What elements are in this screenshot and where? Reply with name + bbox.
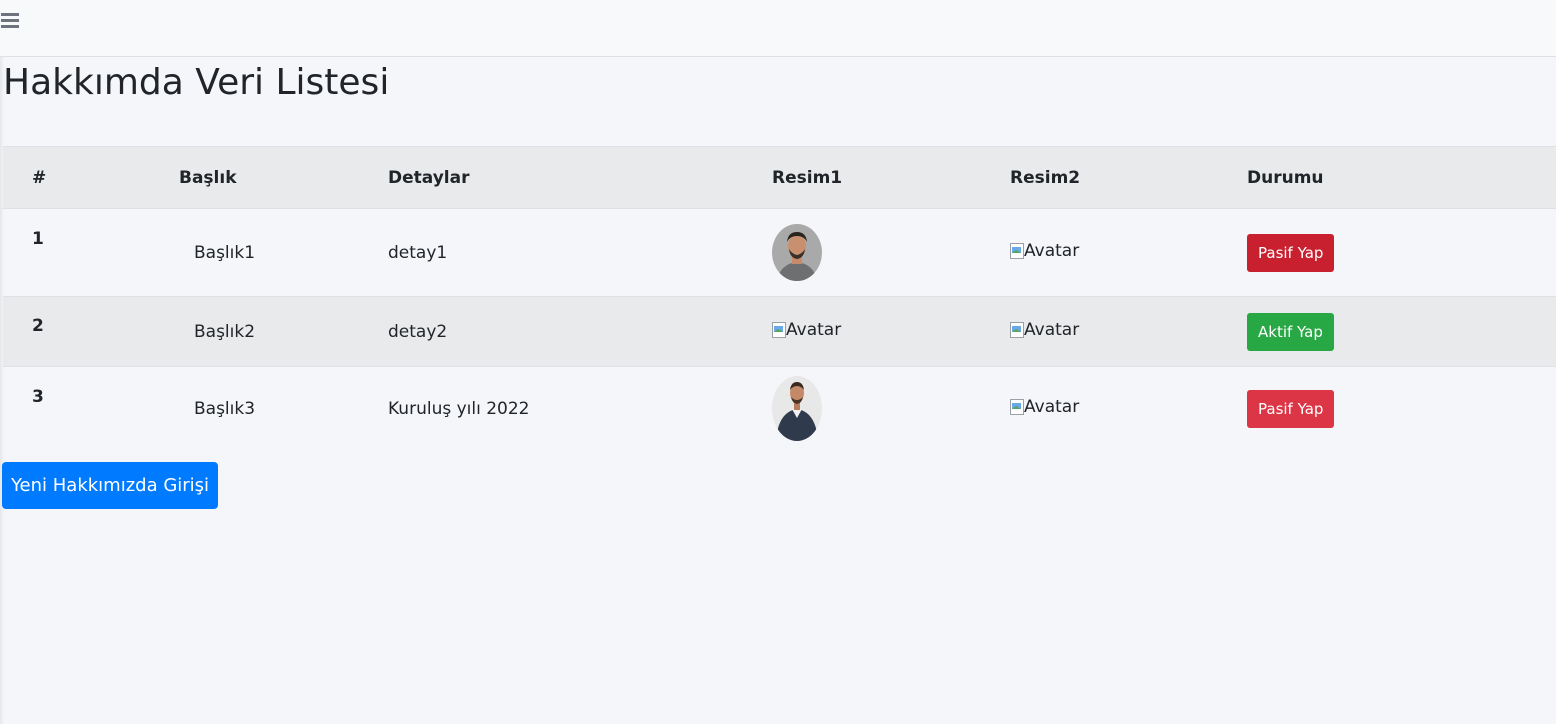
column-header-image2: Resim2	[1010, 146, 1247, 209]
row-image2-cell: Avatar	[1010, 297, 1247, 367]
row-title: Başlık2	[194, 321, 256, 342]
column-header-number: #	[3, 146, 145, 209]
page-title: Hakkımda Veri Listesi	[3, 62, 390, 103]
row-image2-cell: Avatar	[1010, 367, 1247, 451]
table-row: 2 Başlık2 detay2 Avatar Avatar Aktif Yap	[3, 296, 1556, 367]
row-image1-cell	[772, 209, 1010, 297]
row-status-cell: Pasif Yap	[1247, 209, 1556, 297]
row-details: detay1	[388, 242, 448, 263]
about-data-table: # Başlık Detaylar Resim1 Resim2 Durumu 1…	[3, 146, 1556, 451]
row-details: detay2	[388, 321, 448, 342]
broken-image-icon	[1010, 322, 1024, 338]
broken-image-alt: Avatar	[1024, 241, 1080, 261]
broken-image-icon	[772, 322, 786, 338]
new-about-entry-button[interactable]: Yeni Hakkımızda Girişi	[2, 462, 218, 509]
column-header-image1: Resim1	[772, 146, 1010, 209]
broken-image-icon	[1010, 243, 1024, 259]
broken-image-alt: Avatar	[1024, 397, 1080, 418]
avatar	[772, 376, 822, 442]
broken-image-icon	[1010, 399, 1024, 416]
broken-image-alt: Avatar	[1024, 320, 1080, 340]
row-image2-cell: Avatar	[1010, 209, 1247, 297]
top-navbar	[0, 0, 1556, 57]
table-header-row: # Başlık Detaylar Resim1 Resim2 Durumu	[3, 146, 1556, 209]
broken-image: Avatar	[1010, 241, 1079, 261]
broken-image: Avatar	[1010, 397, 1079, 417]
table-row: 1 Başlık1 detay1 Avatar Pasif Yap	[3, 209, 1556, 297]
avatar	[772, 224, 822, 281]
row-status-cell: Pasif Yap	[1247, 367, 1556, 451]
row-details: Kuruluş yılı 2022	[388, 398, 530, 419]
column-header-status: Durumu	[1247, 146, 1556, 209]
row-status-cell: Aktif Yap	[1247, 297, 1556, 367]
row-image1-cell	[772, 367, 1010, 451]
broken-image-alt: Avatar	[786, 320, 842, 340]
broken-image: Avatar	[772, 320, 841, 340]
row-title: Başlık3	[194, 398, 256, 419]
deactivate-button[interactable]: Pasif Yap	[1247, 389, 1335, 428]
hamburger-icon[interactable]	[1, 13, 19, 29]
row-number: 1	[32, 229, 44, 249]
column-header-title: Başlık	[145, 146, 388, 209]
column-header-details: Detaylar	[388, 146, 772, 209]
row-title: Başlık1	[194, 242, 256, 263]
broken-image: Avatar	[1010, 320, 1079, 340]
table-row: 3 Başlık3 Kuruluş yılı 2022 Avatar Pasif…	[3, 367, 1556, 451]
deactivate-button[interactable]: Pasif Yap	[1247, 233, 1335, 272]
row-number: 3	[32, 387, 44, 407]
row-number: 2	[32, 316, 44, 336]
activate-button[interactable]: Aktif Yap	[1247, 312, 1334, 351]
row-image1-cell: Avatar	[772, 297, 1010, 367]
